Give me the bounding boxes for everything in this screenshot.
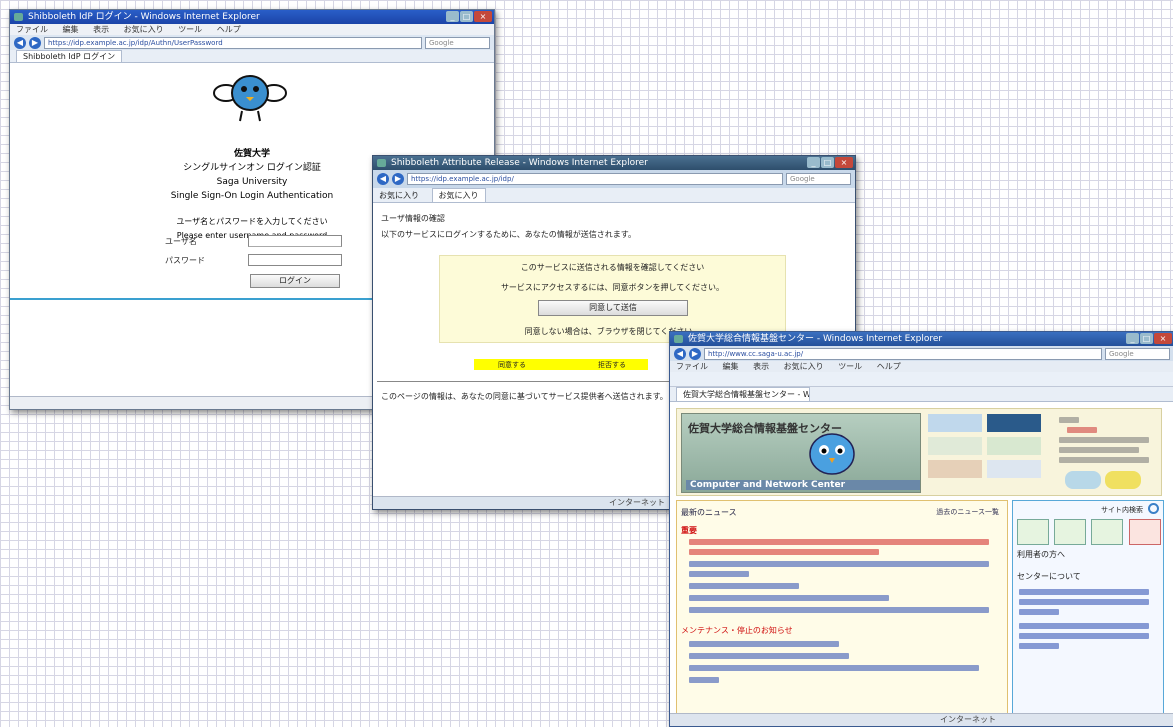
page-content: 佐賀大学総合情報基盤センター Computer and Network Cent… <box>670 402 1173 724</box>
quick-link-icon[interactable] <box>1054 519 1087 545</box>
menu-view[interactable]: 表示 <box>753 362 769 371</box>
menu-tools[interactable]: ツール <box>178 25 202 34</box>
username-label: ユーザ名 <box>165 237 197 246</box>
window-title: Shibboleth Attribute Release - Windows I… <box>391 158 648 168</box>
url-field[interactable]: https://idp.example.ac.jp/idp/Authn/User… <box>44 36 422 49</box>
maximize-button[interactable]: □ <box>821 157 834 168</box>
app-icon <box>377 159 386 167</box>
close-button[interactable]: × <box>835 157 853 168</box>
side-panel: サイト内検索 利用者の方へ センターについて <box>1012 500 1164 724</box>
status-zone: インターネット <box>609 498 665 507</box>
window-title: Shibboleth IdP ログイン - Windows Internet E… <box>28 12 260 22</box>
mascot-bird-icon <box>809 433 855 475</box>
status-zone: インターネット <box>940 715 996 724</box>
agree-link[interactable]: 同意する <box>498 360 526 370</box>
browser-window-portal: 佐賀大学総合情報基盤センター - Windows Internet Explor… <box>669 331 1173 727</box>
search-field[interactable]: Google <box>1105 347 1170 360</box>
minimize-button[interactable]: _ <box>807 157 820 168</box>
site-banner: 佐賀大学総合情報基盤センター Computer and Network Cent… <box>676 408 1162 496</box>
menu-file[interactable]: ファイル <box>16 25 48 34</box>
maximize-button[interactable]: □ <box>1140 333 1153 344</box>
tab-login[interactable]: Shibboleth IdP ログイン <box>16 50 123 62</box>
menu-favorites[interactable]: お気に入り <box>784 362 824 371</box>
quick-links <box>1017 519 1161 548</box>
decline-link[interactable]: 拒否する <box>598 360 626 370</box>
minimize-button[interactable]: _ <box>446 11 459 22</box>
menu-help[interactable]: ヘルプ <box>217 25 241 34</box>
favorites-label[interactable]: お気に入り <box>379 191 419 200</box>
menu-bar: ファイル 編集 表示 お気に入り ツール ヘルプ <box>10 24 494 35</box>
news-header: 最新のニュース <box>681 508 737 517</box>
news-important-title: 重要 <box>681 526 697 535</box>
back-icon[interactable]: ◀ <box>14 36 26 49</box>
box-line-1: このサービスに送信される情報を確認してください <box>520 263 705 272</box>
title-bar: Shibboleth Attribute Release - Windows I… <box>373 156 855 170</box>
menu-edit[interactable]: 編集 <box>723 362 739 371</box>
tab-strip: お気に入り お気に入り <box>373 188 855 203</box>
address-bar: ◀ ▶ http://www.cc.saga-u.ac.jp/ Google <box>670 346 1173 361</box>
search-field[interactable]: Google <box>425 36 490 49</box>
menu-tools[interactable]: ツール <box>838 362 862 371</box>
title-bar: Shibboleth IdP ログイン - Windows Internet E… <box>10 10 494 24</box>
banner-subtitle: Computer and Network Center <box>686 480 920 490</box>
news-archive-link[interactable]: 過去のニュース一覧 <box>936 507 999 517</box>
banner-news <box>1057 413 1157 491</box>
quick-link-icon[interactable] <box>1091 519 1124 545</box>
side-label-users: 利用者の方へ <box>1017 550 1065 559</box>
mascot-bird-logo <box>213 75 287 122</box>
search-field[interactable]: Google <box>786 173 851 185</box>
address-bar: ◀ ▶ https://idp.example.ac.jp/idp/ Googl… <box>373 170 855 188</box>
password-label: パスワード <box>165 256 205 265</box>
maximize-button[interactable]: □ <box>460 11 473 22</box>
menu-edit[interactable]: 編集 <box>63 25 79 34</box>
footer-note: このページの情報は、あなたの同意に基づいてサービス提供者へ送信されます。 <box>381 392 668 401</box>
close-button[interactable]: × <box>1154 333 1172 344</box>
forward-icon[interactable]: ▶ <box>689 347 701 360</box>
quick-link-icon[interactable] <box>1128 519 1161 545</box>
toolbar <box>670 372 1173 387</box>
side-search-label: サイト内検索 <box>1101 506 1143 514</box>
status-bar: インターネット <box>670 713 1173 726</box>
app-icon <box>14 13 23 21</box>
box-line-2: サービスにアクセスするには、同意ボタンを押してください。 <box>500 283 725 292</box>
url-field[interactable]: http://www.cc.saga-u.ac.jp/ <box>704 347 1102 360</box>
news-maintenance-title: メンテナンス・停止のお知らせ <box>681 626 793 635</box>
quick-link-icon[interactable] <box>1017 519 1049 545</box>
menu-view[interactable]: 表示 <box>93 25 109 34</box>
banner-image: 佐賀大学総合情報基盤センター Computer and Network Cent… <box>681 413 921 493</box>
forward-icon[interactable]: ▶ <box>29 36 41 49</box>
window-title: 佐賀大学総合情報基盤センター - Windows Internet Explor… <box>688 334 943 344</box>
banner-links <box>927 413 1047 491</box>
app-icon <box>674 335 683 343</box>
title-bar: 佐賀大学総合情報基盤センター - Windows Internet Explor… <box>670 332 1173 346</box>
agree-send-button[interactable]: 同意して送信 <box>538 300 688 316</box>
close-button[interactable]: × <box>474 11 492 22</box>
password-input[interactable] <box>248 254 342 266</box>
heading-user-info: ユーザ情報の確認 <box>381 214 445 223</box>
tab-consent[interactable]: お気に入り <box>431 188 486 202</box>
username-input[interactable] <box>248 235 342 247</box>
consent-box: このサービスに送信される情報を確認してください サービスにアクセスするには、同意… <box>439 255 786 343</box>
url-field[interactable]: https://idp.example.ac.jp/idp/ <box>407 173 783 185</box>
forward-icon[interactable]: ▶ <box>392 173 404 185</box>
menu-favorites[interactable]: お気に入り <box>124 25 164 34</box>
menu-bar: ファイル 編集 表示 お気に入り ツール ヘルプ <box>670 361 1173 372</box>
news-panel: 最新のニュース 過去のニュース一覧 重要 メンテナンス・停止のお知らせ <box>676 500 1008 724</box>
tab-strip: 佐賀大学総合情報基盤センター - Windows Internet Explor… <box>670 387 1173 402</box>
tab-portal[interactable]: 佐賀大学総合情報基盤センター - Windows Internet Explor… <box>676 387 810 401</box>
consent-intro: 以下のサービスにログインするために、あなたの情報が送信されます。 <box>381 230 636 239</box>
side-label-center: センターについて <box>1017 572 1081 581</box>
menu-file[interactable]: ファイル <box>676 362 708 371</box>
search-icon[interactable] <box>1148 503 1159 514</box>
login-button[interactable]: ログイン <box>250 274 340 288</box>
menu-help[interactable]: ヘルプ <box>877 362 901 371</box>
back-icon[interactable]: ◀ <box>674 347 686 360</box>
tab-strip: Shibboleth IdP ログイン <box>10 50 494 63</box>
back-icon[interactable]: ◀ <box>377 173 389 185</box>
minimize-button[interactable]: _ <box>1126 333 1139 344</box>
address-bar: ◀ ▶ https://idp.example.ac.jp/idp/Authn/… <box>10 35 494 50</box>
